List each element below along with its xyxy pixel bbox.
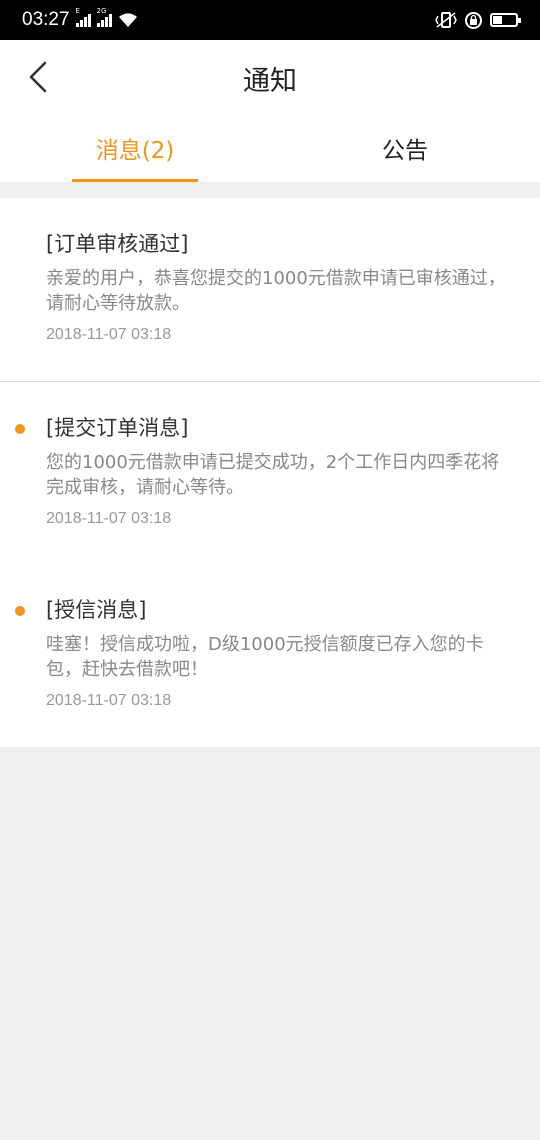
notification-body: 您的1000元借款申请已提交成功，2个工作日内四季花将完成审核，请耐心等待。: [46, 452, 500, 498]
app-header: 通知: [0, 40, 540, 114]
status-left: 03:27 E 2G: [22, 7, 138, 31]
unread-dot: [15, 606, 25, 616]
wifi-icon: [118, 13, 137, 27]
notification-title: [提交订单消息]: [46, 416, 189, 440]
signal-type-label: E: [75, 7, 80, 15]
status-time: 03:27: [22, 9, 70, 30]
lock-rotation-icon: [465, 11, 482, 29]
status-bar: 03:27 E 2G: [0, 0, 540, 40]
status-right: [435, 11, 521, 29]
notification-body: 哇塞！授信成功啦，D级1000元授信额度已存入您的卡包，赶快去借款吧！: [46, 634, 484, 680]
signal-icon-2: 2G: [96, 7, 112, 27]
notification-list: [订单审核通过] 亲爱的用户，恭喜您提交的1000元借款申请已审核通过，请耐心等…: [0, 198, 540, 747]
tab-bar: 消息(2) 公告: [0, 114, 540, 182]
notification-title: [订单审核通过]: [46, 232, 189, 256]
vibrate-icon: [435, 12, 457, 28]
notification-item[interactable]: [订单审核通过] 亲爱的用户，恭喜您提交的1000元借款申请已审核通过，请耐心等…: [0, 198, 540, 381]
page-title: 通知: [243, 66, 297, 97]
notification-title: [授信消息]: [46, 598, 147, 622]
signal-icon: E: [75, 7, 91, 27]
notification-item[interactable]: [提交订单消息] 您的1000元借款申请已提交成功，2个工作日内四季花将完成审核…: [0, 381, 540, 564]
signal-type-label-2: 2G: [96, 7, 107, 15]
tab-announcements[interactable]: 公告: [270, 114, 540, 182]
notification-time: 2018-11-07 03:18: [46, 326, 172, 343]
notification-item[interactable]: [授信消息] 哇塞！授信成功啦，D级1000元授信额度已存入您的卡包，赶快去借款…: [0, 564, 540, 747]
notification-time: 2018-11-07 03:18: [46, 510, 172, 527]
notification-time: 2018-11-07 03:18: [46, 692, 172, 709]
tab-messages[interactable]: 消息(2): [0, 114, 270, 182]
unread-dot: [15, 424, 25, 434]
notification-body: 亲爱的用户，恭喜您提交的1000元借款申请已审核通过，请耐心等待放款。: [46, 268, 506, 314]
battery-icon: [490, 13, 521, 27]
